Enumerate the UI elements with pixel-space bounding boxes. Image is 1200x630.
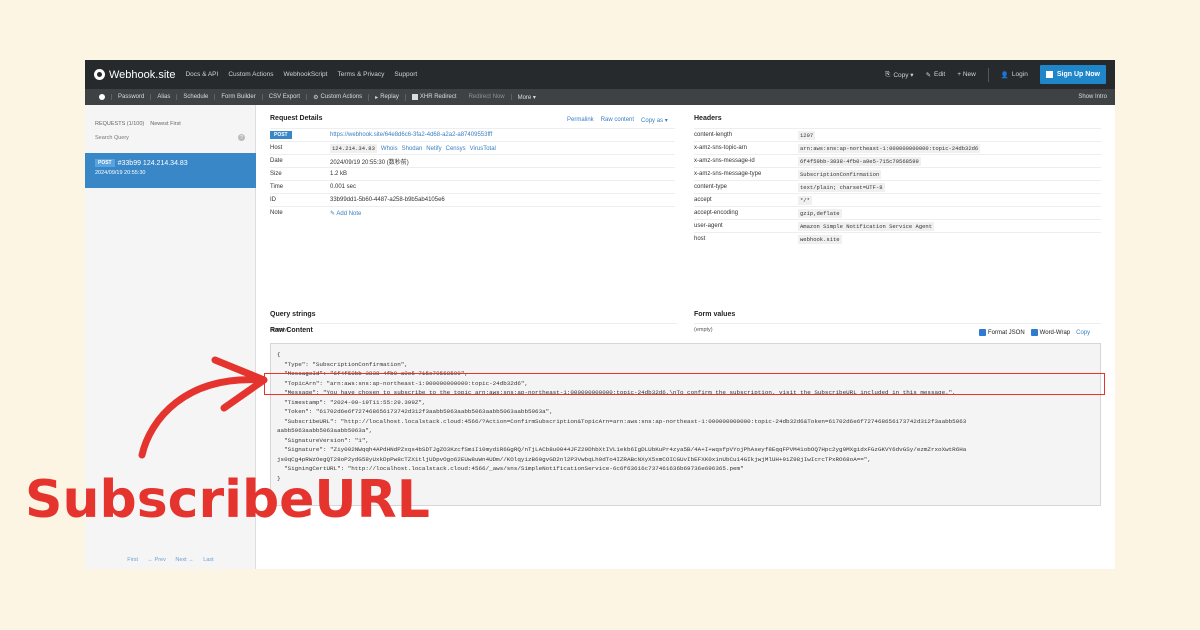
annotation-label: SubscribeURL [25,470,430,530]
annotation-arrow-icon [138,356,268,459]
